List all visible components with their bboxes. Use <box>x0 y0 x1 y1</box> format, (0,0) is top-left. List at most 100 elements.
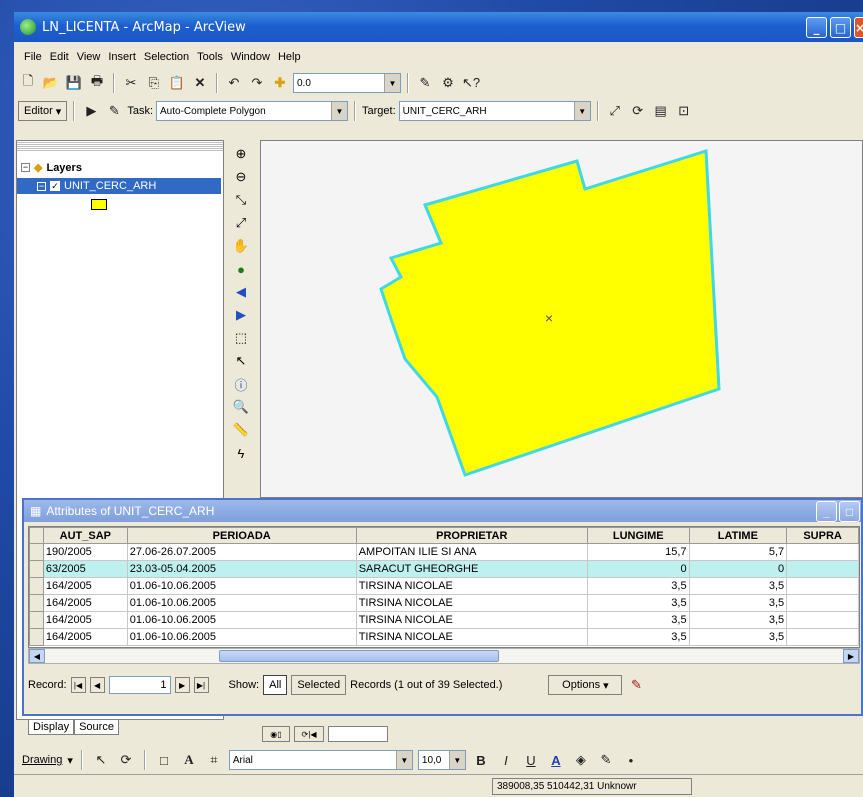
row-selector[interactable] <box>29 577 44 595</box>
table-cell[interactable] <box>786 577 859 595</box>
layers-node[interactable]: − ◆ Layers <box>21 161 82 174</box>
whats-this-help-icon[interactable]: ↖? <box>461 73 481 93</box>
paste-icon[interactable]: 📋 <box>167 73 187 93</box>
column-header-latime[interactable]: LATIME <box>688 527 788 544</box>
bold-icon[interactable]: B <box>471 750 491 770</box>
row-selector[interactable] <box>29 594 44 612</box>
drawing-menu-label[interactable]: Drawing <box>22 754 62 766</box>
map-canvas[interactable]: × <box>261 141 862 497</box>
zoom-out-icon[interactable]: ⊖ <box>231 167 251 187</box>
menu-view[interactable]: View <box>73 51 105 63</box>
editor-toolbar-icon[interactable]: ✎ <box>415 73 435 93</box>
layer-visibility-checkbox[interactable]: ✓ <box>50 181 60 191</box>
underline-icon[interactable]: U <box>521 750 541 770</box>
column-header-perioada[interactable]: PERIOADA <box>126 527 357 544</box>
table-cell[interactable]: 164/2005 <box>42 628 128 646</box>
full-extent-icon[interactable]: ● <box>231 259 251 279</box>
row-selector[interactable] <box>29 543 44 561</box>
target-combo[interactable]: UNIT_CERC_ARH ▼ <box>398 101 591 121</box>
identify-icon[interactable]: ⓘ <box>231 374 251 394</box>
table-cell[interactable]: 3,5 <box>586 594 690 612</box>
maximize-button[interactable]: □ <box>830 17 851 38</box>
rotate-tool-icon[interactable]: ⟳ <box>628 101 648 121</box>
find-icon[interactable]: 🔍 <box>231 397 251 417</box>
arctoolbox-icon[interactable]: ⚙ <box>438 73 458 93</box>
column-header-aut-sap[interactable]: AUT_SAP <box>42 527 128 544</box>
fill-color-icon[interactable]: ◈ <box>571 750 591 770</box>
menu-selection[interactable]: Selection <box>140 51 193 63</box>
select-features-icon[interactable]: ⬚ <box>231 328 251 348</box>
redo-icon[interactable]: ↷ <box>247 73 267 93</box>
show-all-button[interactable]: All <box>263 675 288 695</box>
menu-file[interactable]: File <box>20 51 46 63</box>
chevron-down-icon[interactable]: ▾ <box>67 754 73 767</box>
data-view-icon[interactable]: ◉▯ <box>262 726 290 742</box>
copy-icon[interactable]: ⎘ <box>144 73 164 93</box>
chevron-down-icon[interactable]: ▼ <box>384 74 400 92</box>
delete-icon[interactable]: ✕ <box>190 73 210 93</box>
last-record-icon[interactable]: ▶| <box>193 677 209 693</box>
table-cell[interactable] <box>786 560 859 578</box>
hyperlink-icon[interactable]: ϟ <box>231 443 251 463</box>
line-color-icon[interactable]: ✎ <box>596 750 616 770</box>
open-icon[interactable]: 📂 <box>41 73 61 93</box>
italic-icon[interactable]: I <box>496 750 516 770</box>
editor-menu-button[interactable]: Editor ▾ <box>18 101 68 121</box>
map-scale-combo[interactable]: 0.0 ▼ <box>293 73 401 93</box>
table-cell[interactable]: 63/2005 <box>42 560 128 578</box>
collapse-icon[interactable]: − <box>37 181 46 191</box>
cut-icon[interactable]: ✂ <box>121 73 141 93</box>
select-elements-icon[interactable]: ↖ <box>91 750 111 770</box>
table-cell[interactable]: SARACUT GHEORGHE <box>355 560 588 578</box>
new-document-icon[interactable]: 🗋 <box>18 73 38 93</box>
table-cell[interactable]: 01.06-10.06.2005 <box>126 628 357 646</box>
marker-color-icon[interactable]: • <box>621 750 641 770</box>
show-selected-button[interactable]: Selected <box>291 675 347 695</box>
table-row[interactable]: 164/2005 01.06-10.06.2005 TIRSINA NICOLAE 3… <box>29 594 859 612</box>
chevron-down-icon[interactable]: ▼ <box>331 102 348 120</box>
font-size-combo[interactable]: 10,0 ▼ <box>417 750 466 770</box>
table-cell[interactable] <box>786 628 859 646</box>
table-cell[interactable]: 190/2005 <box>42 543 128 561</box>
table-cell[interactable]: 23.03-05.04.2005 <box>126 560 357 578</box>
table-cell[interactable]: 3,5 <box>586 611 690 629</box>
layer-item[interactable]: − ✓ UNIT_CERC_ARH <box>17 178 221 194</box>
zoom-in-icon[interactable]: ⊕ <box>231 144 251 164</box>
measure-icon[interactable]: 📏 <box>231 420 251 440</box>
column-header-proprietar[interactable]: PROPRIETAR <box>355 527 588 544</box>
table-row[interactable]: 164/2005 01.06-10.06.2005 TIRSINA NICOLAE 3… <box>29 577 859 595</box>
attribute-grid[interactable]: AUT_SAP PERIOADA PROPRIETAR LUNGIME LATIME SU… <box>28 526 860 648</box>
split-tool-icon[interactable]: ⤢ <box>605 101 625 121</box>
table-cell[interactable]: 164/2005 <box>42 594 128 612</box>
tab-source[interactable]: Source <box>74 720 119 735</box>
rotate-icon[interactable]: ⟳ <box>116 750 136 770</box>
font-color-icon[interactable]: A <box>546 750 566 770</box>
table-cell[interactable]: 01.06-10.06.2005 <box>126 577 357 595</box>
back-extent-icon[interactable]: ◀ <box>231 282 251 302</box>
table-cell[interactable]: 27.06-26.07.2005 <box>126 543 357 561</box>
chevron-down-icon[interactable]: ▼ <box>395 751 412 769</box>
layer-symbol[interactable] <box>91 199 107 210</box>
table-cell[interactable]: 01.06-10.06.2005 <box>126 594 357 612</box>
sketch-tool-icon[interactable]: ✎ <box>104 101 124 121</box>
table-cell[interactable]: 3,5 <box>688 594 788 612</box>
table-cell[interactable]: 3,5 <box>688 628 788 646</box>
table-cell[interactable]: 164/2005 <box>42 577 128 595</box>
table-cell[interactable]: 3,5 <box>586 577 690 595</box>
table-cell[interactable]: TIRSINA NICOLAE <box>355 577 588 595</box>
select-elements-icon[interactable]: ↖ <box>231 351 251 371</box>
pan-hand-icon[interactable]: ✋ <box>231 236 251 256</box>
scroll-left-icon[interactable]: ◀ <box>29 649 45 663</box>
previous-record-icon[interactable]: ◀ <box>89 677 105 693</box>
table-cell[interactable]: 3,5 <box>586 628 690 646</box>
fixed-zoom-out-icon[interactable]: ⤢ <box>231 213 251 233</box>
table-cell[interactable]: TIRSINA NICOLAE <box>355 594 588 612</box>
column-header-supra[interactable]: SUPRA <box>786 527 859 544</box>
menu-window[interactable]: Window <box>227 51 274 63</box>
callout-icon[interactable]: ⌗ <box>204 750 224 770</box>
scroll-right-icon[interactable]: ▶ <box>843 649 859 663</box>
close-button[interactable]: × <box>854 17 863 38</box>
minimize-button[interactable]: _ <box>806 17 827 38</box>
tab-display[interactable]: Display <box>28 720 75 735</box>
table-cell[interactable] <box>786 594 859 612</box>
